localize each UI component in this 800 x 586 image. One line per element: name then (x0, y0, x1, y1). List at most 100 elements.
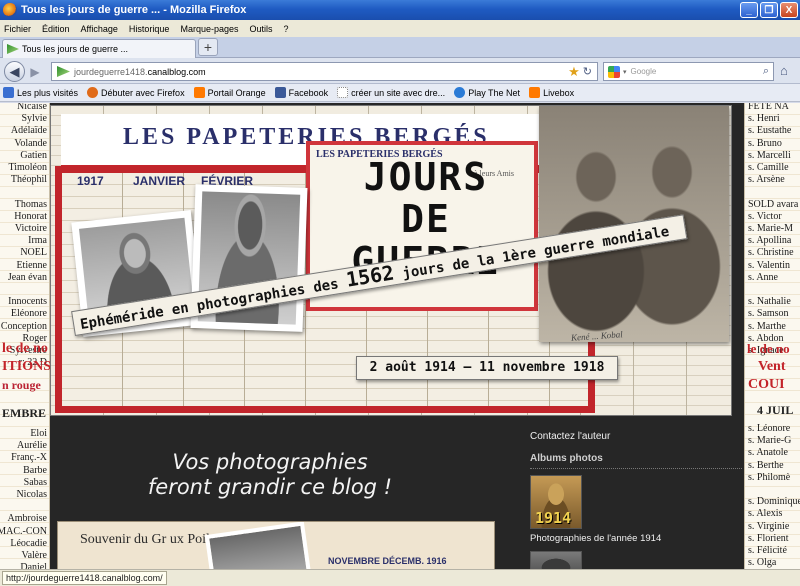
bookmark-livebox[interactable]: Livebox (529, 87, 574, 98)
calendar-name-entry: Conception (0, 320, 47, 332)
search-bar[interactable]: ▾ Google ⌕ (603, 62, 774, 81)
calendar-name-entry: Jean évan (7, 271, 47, 283)
calendar-name-entry: s. Léonore (748, 423, 791, 434)
calendar-name-entry (748, 484, 800, 496)
bookmark-firefox-start[interactable]: Débuter avec Firefox (87, 87, 185, 98)
bookmark-orange-portal[interactable]: Portail Orange (193, 87, 266, 98)
left-red-text-2: ITIONS (2, 359, 52, 374)
bookmark-label: créer un site avec dre... (351, 87, 446, 98)
tab-active[interactable]: Tous les jours de guerre ... (2, 39, 196, 58)
site-identity-icon (57, 66, 70, 77)
menu-edition[interactable]: Édition (42, 24, 70, 34)
calendar-name-entry: Ambroise (7, 513, 47, 525)
calendar-name-entry: s. Virginie (748, 520, 790, 532)
calendar-name-entry: s. Marcelli (748, 149, 791, 161)
menu-outils[interactable]: Outils (250, 24, 273, 34)
url-text[interactable]: jourdeguerre1418.canalblog.com (74, 67, 568, 77)
calendar-name-entry: Honorat (14, 210, 47, 222)
menu-historique[interactable]: Historique (129, 24, 170, 34)
calendar-name-entry: s. Camille (748, 162, 789, 174)
url-host: canalblog.com (147, 66, 206, 77)
calendar-name-entry: Victoire (14, 223, 47, 235)
post-image-souvenir[interactable]: Souvenir du Gr ux Poilus de la Meuse NOV… (57, 521, 495, 569)
calendar-name-entry: s. Henri (748, 113, 780, 125)
bookmarks-toolbar: Les plus visités Débuter avec Firefox Po… (0, 84, 800, 102)
reload-icon[interactable]: ↻ (583, 65, 592, 78)
bookmark-most-visited[interactable]: Les plus visités (3, 87, 78, 98)
calendar-name-entry: s. Victor (748, 210, 782, 222)
calendar-name-entry: s. Florient (748, 532, 789, 544)
search-icon[interactable]: ⌕ (763, 65, 769, 78)
menu-affichage[interactable]: Affichage (81, 24, 118, 34)
navigation-toolbar: ◀ ▶ jourdeguerre1418.canalblog.com ★ ↻ ▾… (0, 58, 800, 84)
contact-author-link[interactable]: Contactez l'auteur (530, 431, 742, 442)
calendar-name-entry: s. Félicité (748, 545, 787, 557)
calendar-name-entry: Franç.-X (11, 452, 47, 464)
calendar-name-entry: Gatien (20, 149, 47, 161)
bookmark-label: Play The Net (468, 87, 521, 98)
new-tab-button[interactable]: + (198, 38, 218, 56)
calendar-name-entry: IMMAC.-CON (0, 525, 47, 537)
calendar-name-entry: Barbe (23, 464, 47, 476)
close-button[interactable]: X (780, 2, 798, 18)
left-month-text: EMBRE (2, 406, 47, 420)
bookmark-label: Livebox (543, 87, 575, 98)
calendar-name-entry: Nicolas (16, 489, 47, 501)
calendar-year: 1917 (77, 174, 104, 188)
calendar-name-entry: Valère (21, 550, 47, 562)
right-red-text-1: le de no (747, 341, 790, 356)
calendar-name-entry: Sabas (23, 476, 47, 488)
right-red-text-2: Vent (758, 359, 786, 374)
search-engine-dropdown-icon[interactable]: ▾ (623, 68, 627, 76)
album-year-label: 1914 (535, 509, 572, 527)
address-bar[interactable]: jourdeguerre1418.canalblog.com ★ ↻ (51, 62, 598, 81)
calendar-name-entry: s. Bruno (748, 137, 782, 149)
back-button[interactable]: ◀ (4, 61, 25, 82)
menu-help[interactable]: ? (284, 24, 289, 34)
calendar-name-entry: Adélaïde (10, 125, 47, 137)
back-arrow-icon: ◀ (9, 64, 20, 79)
calendar-name-entry: s. Anatole (748, 447, 788, 459)
window-titlebar: Tous les jours de guerre ... - Mozilla F… (0, 0, 800, 20)
promo-message: Vos photographies feront grandir ce blog… (100, 450, 440, 500)
bookmark-star-icon[interactable]: ★ (568, 64, 580, 80)
calendar-name-entry: Léocadie (10, 537, 47, 549)
site-favicon-icon (7, 44, 19, 54)
blog-header-banner[interactable]: LES PAPETERIES BERGÉS 1917 JANVIER FÉVRI… (50, 105, 732, 416)
calendar-name-entry: s. Christine (748, 247, 794, 259)
calendar-name-entry: s. Marie-M (748, 223, 793, 235)
minimize-button[interactable]: _ (740, 2, 758, 18)
bookmark-label: Facebook (288, 87, 329, 98)
calendar-name-entry (0, 501, 47, 513)
promo-line-1: Vos photographies (172, 450, 368, 474)
forward-button[interactable]: ▶ (27, 64, 43, 80)
calendar-name-entry: s. Alexis (748, 508, 783, 520)
calendar-background-right: FÊTE NA s. Henri s. Eustathe s. Bruno s. Mar… (744, 103, 800, 569)
home-icon[interactable]: ⌂ (780, 64, 796, 78)
restore-button[interactable]: ❐ (760, 2, 778, 18)
album-1914-link[interactable]: Photographies de l'année 1914 (530, 533, 661, 544)
calendar-name-entry: Aurélie (17, 440, 47, 452)
firefox-icon (87, 87, 99, 98)
album-next-thumbnail[interactable] (530, 551, 582, 569)
blog-sidebar: Contactez l'auteur Albums photos 1914 Ph… (530, 431, 742, 569)
google-icon[interactable] (608, 65, 620, 78)
play-the-net-icon (454, 87, 466, 98)
calendar-name-entry: s. Marthe (748, 320, 786, 332)
bookmark-facebook[interactable]: Facebook (274, 87, 329, 98)
bookmark-create-site[interactable]: créer un site avec dre... (337, 87, 445, 98)
calendar-name-entry: Eloi (30, 428, 47, 439)
calendar-month-january: JANVIER (133, 174, 186, 188)
menu-marque-pages[interactable]: Marque-pages (180, 24, 238, 34)
menu-fichier[interactable]: Fichier (4, 24, 31, 34)
search-input[interactable]: Google (631, 67, 763, 76)
album-1914-thumbnail[interactable]: 1914 (530, 475, 582, 529)
right-month-text: 4 JUIL (757, 403, 794, 417)
bookmark-play-the-net[interactable]: Play The Net (454, 87, 520, 98)
calendar-name-entry: Etienne (16, 259, 47, 271)
calendar-name-entry: s. Berthe (748, 459, 784, 471)
forward-arrow-icon: ▶ (30, 65, 40, 79)
bookmark-label: Les plus visités (17, 87, 79, 98)
calendar-names-right-bottom: s. Léonore s. Marie-G s. Anatole s. Berthe s… (748, 423, 800, 569)
blank-page-icon (337, 87, 349, 98)
